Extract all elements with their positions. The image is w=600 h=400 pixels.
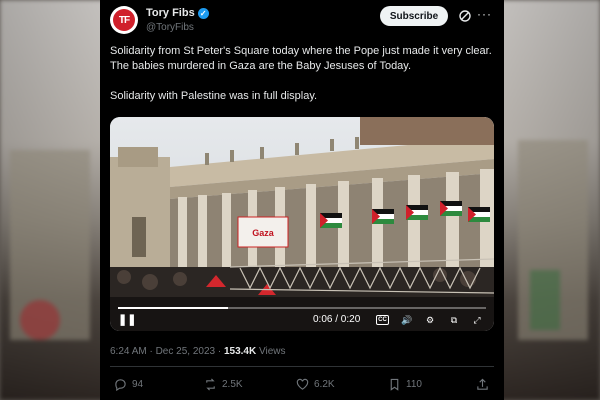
pause-icon[interactable]: ❚❚ xyxy=(118,313,136,327)
video-time: 0:06 / 0:20 xyxy=(313,314,361,325)
fullscreen-icon[interactable]: ⤢ xyxy=(470,313,484,327)
video-controls: ❚❚ 0:06 / 0:20 CC 🔊 ⚙ ⧉ ⤢ xyxy=(110,301,494,331)
author-name-text: Tory Fibs xyxy=(146,7,195,19)
video-frame: Gaza xyxy=(110,117,494,331)
tweet-text-paragraph: Solidarity from St Peter's Square today … xyxy=(110,45,492,72)
views-count: 153.4K xyxy=(223,346,257,357)
action-bar: 94 2.5K 6.2K 110 xyxy=(110,378,494,394)
subscribe-button[interactable]: Subscribe xyxy=(380,6,448,26)
divider xyxy=(110,366,494,367)
pip-icon[interactable]: ⧉ xyxy=(447,313,461,327)
building-window xyxy=(132,217,146,257)
like-icon xyxy=(296,378,309,390)
verified-icon: ✓ xyxy=(197,7,209,19)
like-button[interactable]: 6.2K xyxy=(296,378,335,391)
backdrop-shape xyxy=(530,270,560,330)
building xyxy=(360,117,494,145)
grok-icon[interactable] xyxy=(458,9,472,23)
timestamp[interactable]: 6:24 AM · Dec 25, 2023 · xyxy=(110,346,224,357)
share-icon xyxy=(477,378,488,390)
repost-icon xyxy=(206,378,215,391)
author-name[interactable]: Tory Fibs ✓ xyxy=(146,7,209,19)
tweet-card: TF Tory Fibs ✓ @ToryFibs Subscribe ··· S… xyxy=(100,0,504,400)
tweet-meta: 6:24 AM · Dec 25, 2023 · 153.4K Views xyxy=(110,346,285,357)
reply-count: 94 xyxy=(132,379,144,390)
views-label: Views xyxy=(256,346,286,357)
backdrop-shape xyxy=(20,300,60,340)
repost-button[interactable]: 2.5K xyxy=(204,378,243,391)
bookmark-button[interactable]: 110 xyxy=(388,378,422,391)
reply-icon xyxy=(115,379,126,391)
bookmark-count: 110 xyxy=(406,379,422,390)
tweet-text-paragraph: Solidarity with Palestine was in full di… xyxy=(110,90,318,102)
tweet-text: Solidarity from St Peter's Square today … xyxy=(110,44,494,119)
repost-count: 2.5K xyxy=(222,379,243,390)
reply-button[interactable]: 94 xyxy=(114,378,143,391)
settings-icon[interactable]: ⚙ xyxy=(423,313,437,327)
progress-fill xyxy=(118,307,229,309)
volume-icon[interactable]: 🔊 xyxy=(400,313,414,327)
tweet-header: TF Tory Fibs ✓ @ToryFibs Subscribe ··· xyxy=(110,6,494,40)
avatar[interactable]: TF xyxy=(110,6,138,34)
author-handle[interactable]: @ToryFibs xyxy=(146,22,194,33)
more-icon[interactable]: ··· xyxy=(477,7,492,21)
like-count: 6.2K xyxy=(314,379,335,390)
bookmark-icon xyxy=(390,378,399,391)
avatar-logo: TF xyxy=(113,9,135,31)
share-button[interactable] xyxy=(476,378,489,391)
video-player[interactable]: Gaza ❚❚ 0:06 / 0:20 CC 🔊 ⚙ ⧉ ⤢ xyxy=(110,117,494,331)
banner-text: Gaza xyxy=(252,228,275,238)
captions-icon[interactable]: CC xyxy=(376,315,389,325)
progress-bar[interactable] xyxy=(118,307,486,309)
building xyxy=(118,147,158,167)
